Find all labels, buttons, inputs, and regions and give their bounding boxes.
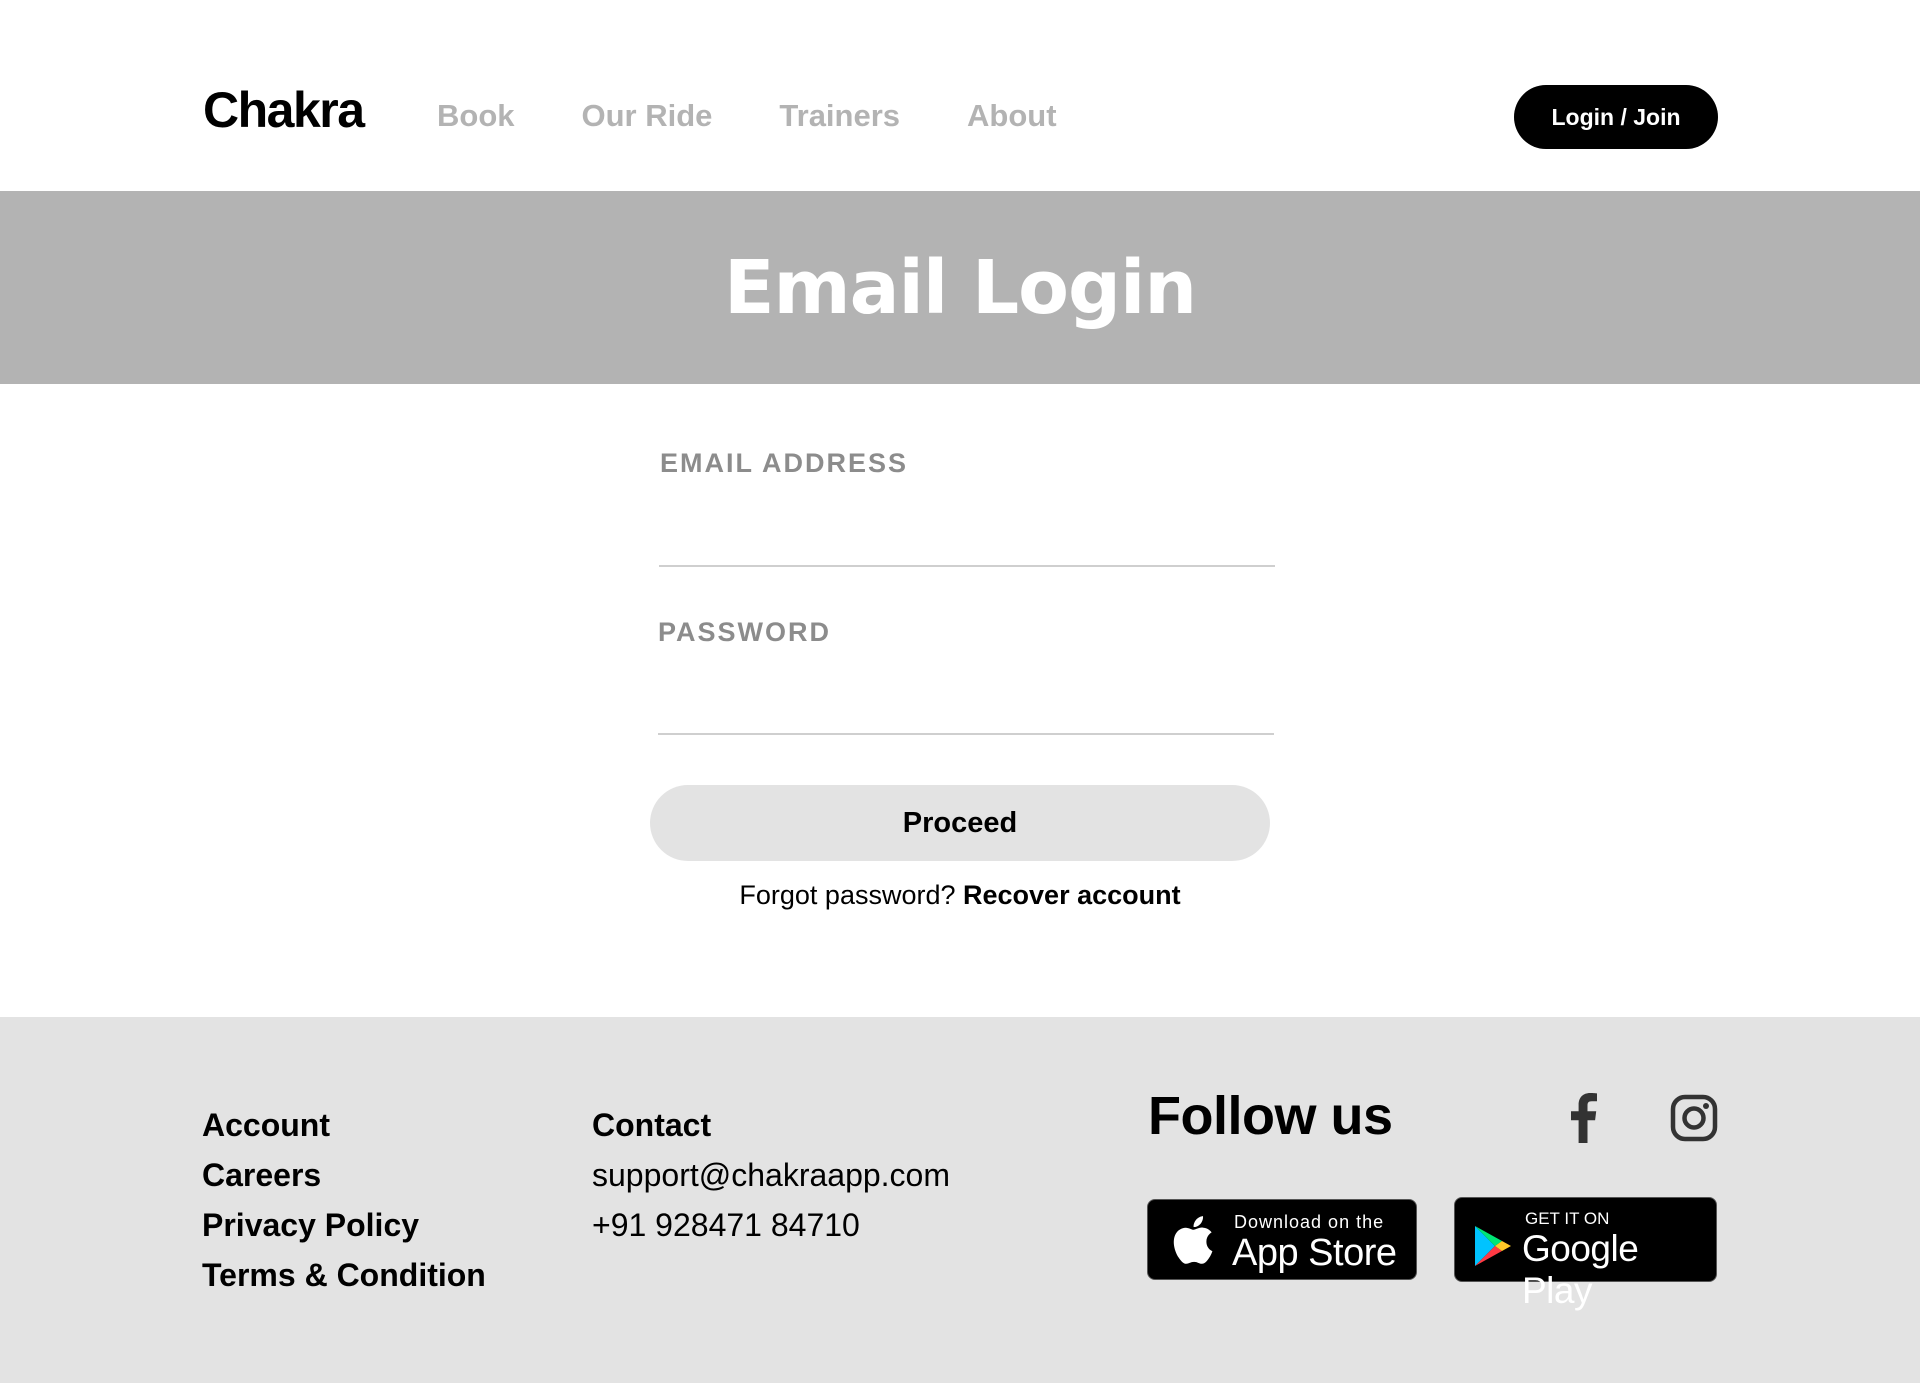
recover-account-link[interactable]: Recover account: [963, 880, 1181, 910]
page-banner: Email Login: [0, 191, 1920, 384]
forgot-password-text: Forgot password?: [739, 880, 956, 910]
footer-contact: Contact support@chakraapp.com +91 928471…: [592, 1100, 950, 1250]
logo[interactable]: Chakra: [203, 80, 365, 140]
facebook-icon[interactable]: [1568, 1093, 1598, 1143]
app-store-big-text: App Store: [1232, 1232, 1397, 1274]
nav-item-book[interactable]: Book: [437, 98, 515, 134]
email-label: EMAIL ADDRESS: [660, 448, 909, 478]
nav-item-our-ride[interactable]: Our Ride: [582, 98, 713, 134]
footer-account-links: Account Careers Privacy Policy Terms & C…: [202, 1100, 486, 1300]
login-join-button[interactable]: Login / Join: [1514, 85, 1718, 149]
follow-us-title: Follow us: [1148, 1086, 1393, 1146]
page-title: Email Login: [723, 244, 1197, 331]
forgot-password-row: Forgot password? Recover account: [0, 880, 1920, 911]
footer-link-careers[interactable]: Careers: [202, 1150, 486, 1200]
google-play-icon: [1475, 1226, 1511, 1266]
app-store-small-text: Download on the: [1234, 1212, 1385, 1232]
proceed-button[interactable]: Proceed: [650, 785, 1270, 861]
email-field[interactable]: [659, 507, 1275, 567]
google-play-big-text: Google Play: [1522, 1228, 1639, 1311]
contact-email[interactable]: support@chakraapp.com: [592, 1150, 950, 1200]
nav-item-trainers[interactable]: Trainers: [779, 98, 900, 134]
instagram-icon[interactable]: [1670, 1094, 1718, 1142]
apple-icon: [1173, 1216, 1213, 1264]
password-label: PASSWORD: [658, 617, 832, 647]
app-store-badge[interactable]: Download on the App Store: [1147, 1199, 1417, 1280]
footer-link-terms[interactable]: Terms & Condition: [202, 1250, 486, 1300]
contact-phone[interactable]: +91 928471 84710: [592, 1200, 950, 1250]
nav-item-about[interactable]: About: [967, 98, 1057, 134]
password-field[interactable]: [658, 675, 1274, 735]
site-header: Chakra Book Our Ride Trainers About Logi…: [0, 0, 1920, 191]
main-nav: Book Our Ride Trainers About: [437, 98, 1124, 134]
google-play-small-text: GET IT ON: [1525, 1209, 1610, 1228]
footer-link-account[interactable]: Account: [202, 1100, 486, 1150]
google-play-badge[interactable]: GET IT ON Google Play: [1454, 1197, 1717, 1311]
footer-link-privacy-policy[interactable]: Privacy Policy: [202, 1200, 486, 1250]
contact-title: Contact: [592, 1107, 712, 1143]
